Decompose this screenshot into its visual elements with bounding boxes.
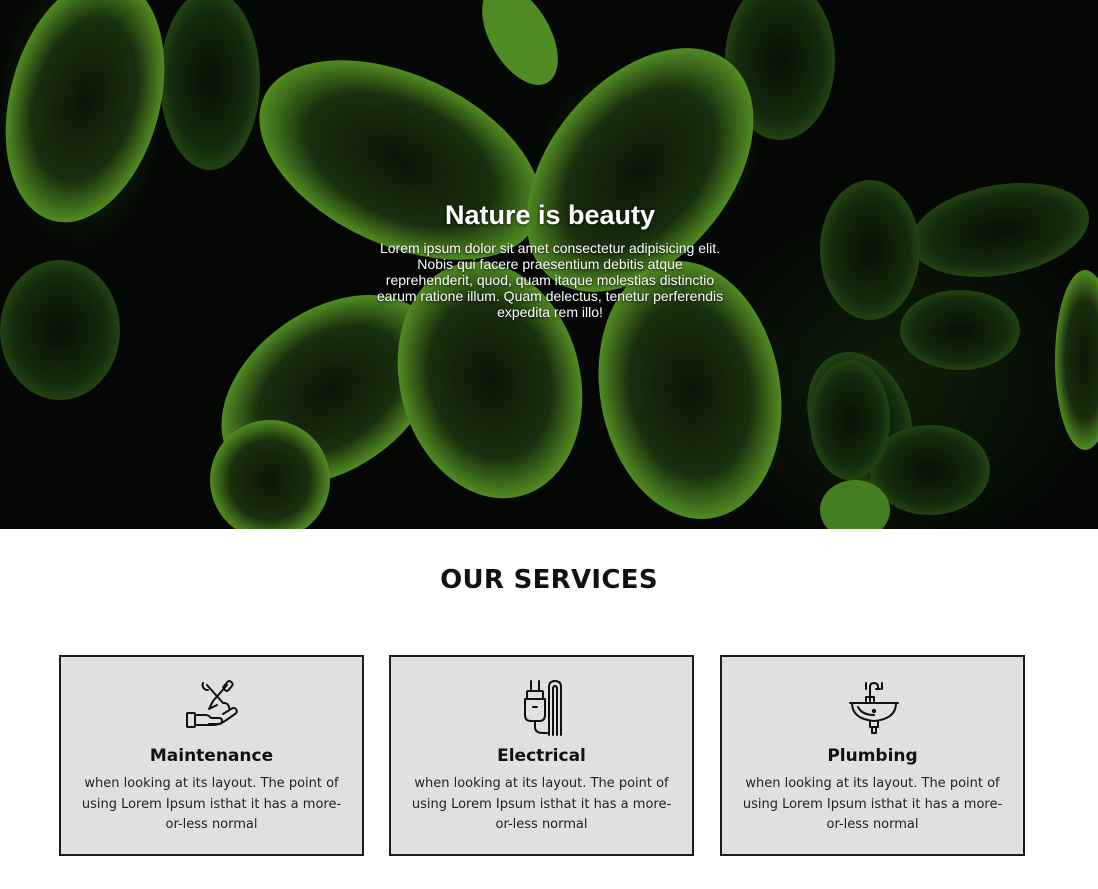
hero-content: Nature is beauty Lorem ipsum dolor sit a… xyxy=(374,198,726,320)
hero-banner: Nature is beauty Lorem ipsum dolor sit a… xyxy=(0,0,1098,529)
card-title: Maintenance xyxy=(149,746,274,766)
card-text: when looking at its layout. The point of… xyxy=(81,776,342,832)
hero-description: Lorem ipsum dolor sit amet consectetur a… xyxy=(376,240,724,320)
hero-title: Nature is beauty xyxy=(444,200,656,230)
maintenance-tools-hand-icon xyxy=(183,677,243,737)
services-heading: OUR SERVICES xyxy=(440,565,658,595)
service-card-plumbing: Plumbing when looking at its layout. The… xyxy=(720,655,1025,856)
service-card-electrical: Electrical when looking at its layout. T… xyxy=(389,655,694,856)
card-title: Electrical xyxy=(497,746,586,766)
card-text: when looking at its layout. The point of… xyxy=(742,776,1003,832)
service-card-maintenance: Maintenance when looking at its layout. … xyxy=(59,655,364,856)
card-text: when looking at its layout. The point of… xyxy=(411,776,672,832)
electrical-plug-icon xyxy=(513,677,573,737)
card-title: Plumbing xyxy=(827,746,918,766)
plumbing-sink-icon xyxy=(844,677,904,737)
